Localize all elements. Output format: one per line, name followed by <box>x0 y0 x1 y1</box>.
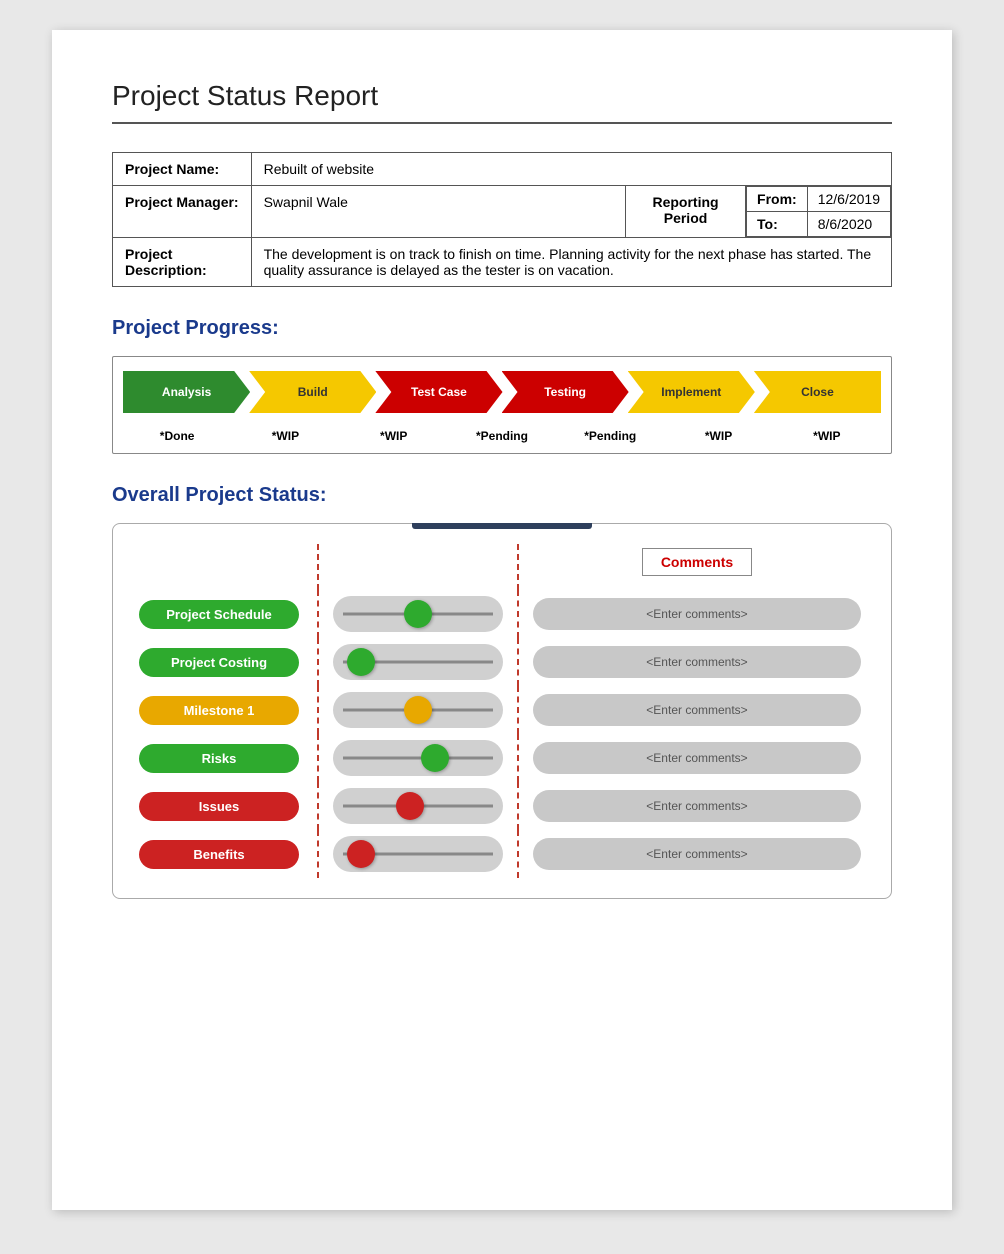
status-row-schedule: Project Schedule <Enter comments> <box>129 590 875 638</box>
knob-issues[interactable] <box>396 792 424 820</box>
label-wip2: *WIP <box>340 429 448 443</box>
reporting-period-values: From: 12/6/2019 To: 8/6/2020 <box>746 186 892 238</box>
pipeline-container: Analysis Build Test Case Testing Impleme… <box>112 356 892 454</box>
badge-benefits: Benefits <box>139 840 299 869</box>
status-row-issues: Issues <Enter comments> <box>129 782 875 830</box>
status-section: Overall Project Status: Comments <box>112 484 892 899</box>
to-label: To: <box>747 212 808 237</box>
status-row-risks: Risks <Enter comments> <box>129 734 875 782</box>
slider-costing[interactable] <box>333 644 503 680</box>
slider-schedule[interactable] <box>333 596 503 632</box>
reporting-period-label: Reporting Period <box>626 186 746 238</box>
table-row-description: Project Description: The development is … <box>113 238 892 287</box>
badge-issues: Issues <box>139 792 299 821</box>
project-description-value: The development is on track to finish on… <box>251 238 891 287</box>
page: Project Status Report Project Name: Rebu… <box>52 30 952 1210</box>
pipeline-labels: *Done *WIP *WIP *Pending *Pending *WIP *… <box>123 423 881 443</box>
stage-testing: Testing <box>502 371 629 413</box>
status-box: Comments Project Schedule <box>112 523 892 899</box>
stage-implement: Implement <box>628 371 755 413</box>
slider-issues[interactable] <box>333 788 503 824</box>
project-name-label: Project Name: <box>113 153 252 186</box>
project-manager-value: Swapnil Wale <box>251 186 625 238</box>
comment-schedule[interactable]: <Enter comments> <box>533 598 861 630</box>
label-wip4: *WIP <box>773 429 881 443</box>
label-done: *Done <box>123 429 231 443</box>
project-description-label: Project Description: <box>113 238 252 287</box>
info-table: Project Name: Rebuilt of website Project… <box>112 152 892 287</box>
comment-milestone[interactable]: <Enter comments> <box>533 694 861 726</box>
stage-testcase: Test Case <box>375 371 502 413</box>
progress-section: Project Progress: Analysis Build Test Ca… <box>112 317 892 454</box>
badge-risks: Risks <box>139 744 299 773</box>
badge-milestone: Milestone 1 <box>139 696 299 725</box>
badge-schedule: Project Schedule <box>139 600 299 629</box>
status-table: Comments Project Schedule <box>129 544 875 878</box>
project-manager-label: Project Manager: <box>113 186 252 238</box>
slider-risks[interactable] <box>333 740 503 776</box>
knob-costing[interactable] <box>347 648 375 676</box>
comment-issues[interactable]: <Enter comments> <box>533 790 861 822</box>
comments-header: Comments <box>642 548 752 576</box>
comment-benefits[interactable]: <Enter comments> <box>533 838 861 870</box>
stage-build: Build <box>249 371 376 413</box>
slider-benefits[interactable] <box>333 836 503 872</box>
status-row-milestone: Milestone 1 <Enter comments> <box>129 686 875 734</box>
stage-close: Close <box>754 371 881 413</box>
knob-benefits[interactable] <box>347 840 375 868</box>
badge-costing: Project Costing <box>139 648 299 677</box>
table-row-project-manager: Project Manager: Swapnil Wale Reporting … <box>113 186 892 238</box>
from-label: From: <box>747 187 808 212</box>
comment-risks[interactable]: <Enter comments> <box>533 742 861 774</box>
status-box-header-bar <box>412 523 592 529</box>
knob-risks[interactable] <box>421 744 449 772</box>
label-pending1: *Pending <box>448 429 556 443</box>
table-row-project-name: Project Name: Rebuilt of website <box>113 153 892 186</box>
status-row-costing: Project Costing <Enter comments> <box>129 638 875 686</box>
overall-status-title: Overall Project Status: <box>112 484 892 507</box>
progress-title: Project Progress: <box>112 317 892 340</box>
knob-schedule[interactable] <box>404 600 432 628</box>
label-wip3: *WIP <box>664 429 772 443</box>
status-row-benefits: Benefits <Enter comments> <box>129 830 875 878</box>
from-value: 12/6/2019 <box>807 187 890 212</box>
status-header-row: Comments <box>129 544 875 590</box>
to-value: 8/6/2020 <box>807 212 890 237</box>
slider-milestone[interactable] <box>333 692 503 728</box>
comment-costing[interactable]: <Enter comments> <box>533 646 861 678</box>
comments-header-cell: Comments <box>519 544 875 590</box>
project-name-value: Rebuilt of website <box>251 153 891 186</box>
knob-milestone[interactable] <box>404 696 432 724</box>
report-title: Project Status Report <box>112 80 892 112</box>
pipeline-arrows: Analysis Build Test Case Testing Impleme… <box>123 371 881 413</box>
stage-analysis: Analysis <box>123 371 250 413</box>
label-pending2: *Pending <box>556 429 664 443</box>
label-wip1: *WIP <box>231 429 339 443</box>
title-divider <box>112 122 892 124</box>
